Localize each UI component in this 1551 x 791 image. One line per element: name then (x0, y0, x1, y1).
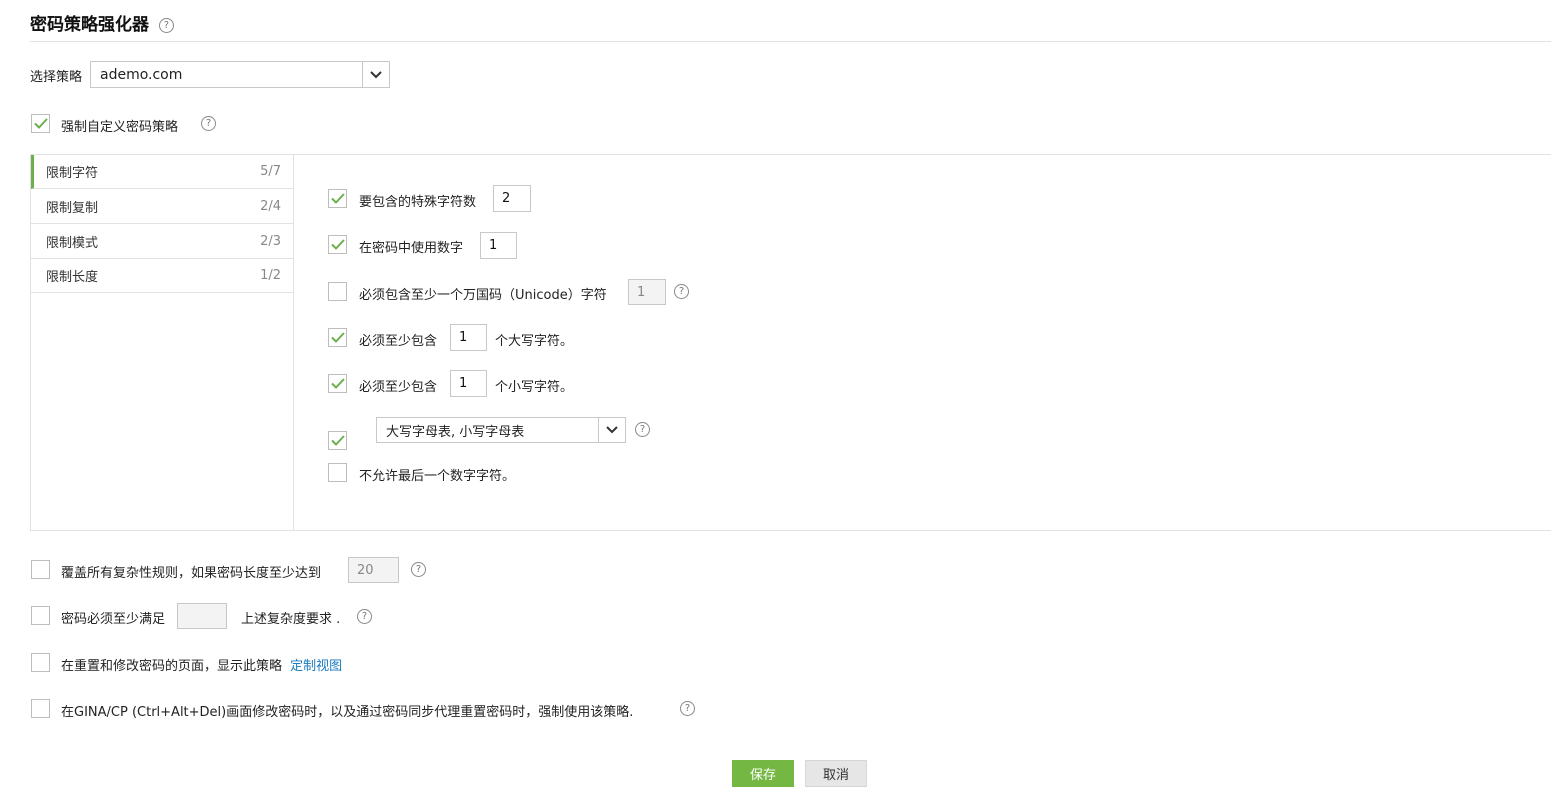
help-icon[interactable]: ? (411, 562, 426, 577)
checkmark-icon (330, 435, 345, 446)
page-title: 密码策略强化器 ? (30, 10, 174, 35)
alphabet-select[interactable]: 大写字母表, 小写字母表 (376, 417, 626, 443)
policy-select[interactable]: ademo.com (90, 61, 390, 88)
chevron-down-icon[interactable] (598, 418, 625, 442)
tab-count: 2/3 (260, 234, 281, 249)
use-digits-label: 在密码中使用数字 (359, 241, 464, 256)
alphabet-select-value: 大写字母表, 小写字母表 (386, 424, 525, 440)
show-on-pages-label: 在重置和修改密码的页面，显示此策略 (61, 659, 283, 674)
tab-restrict-length[interactable]: 限制长度 1/2 (31, 259, 293, 293)
show-on-pages-row: 在重置和修改密码的页面，显示此策略 定制视图 (61, 655, 342, 674)
tab-count: 1/2 (260, 268, 281, 283)
override-length-input[interactable]: 20 (348, 557, 399, 583)
special-chars-checkbox[interactable] (328, 189, 347, 208)
tab-restrict-pattern[interactable]: 限制模式 2/3 (31, 225, 293, 259)
custom-view-link[interactable]: 定制视图 (290, 659, 342, 674)
tab-count: 5/7 (260, 164, 281, 179)
no-last-digit-label: 不允许最后一个数字字符。 (359, 469, 516, 484)
tab-restrict-copy[interactable]: 限制复制 2/4 (31, 190, 293, 224)
policy-select-value: ademo.com (100, 66, 183, 83)
must-satisfy-label-before: 密码必须至少满足 (61, 612, 166, 627)
gina-label: 在GINA/CP (Ctrl+Alt+Del)画面修改密码时，以及通过密码同步代… (61, 705, 634, 720)
title-divider (30, 41, 1551, 42)
must-satisfy-label-after: 上述复杂度要求 . (241, 612, 341, 627)
tab-label: 限制字符 (46, 166, 99, 181)
tab-label: 限制模式 (46, 236, 99, 251)
must-satisfy-input[interactable] (177, 603, 227, 629)
checkmark-icon (33, 118, 48, 129)
checkmark-icon (330, 193, 345, 204)
uppercase-label-after: 个大写字符。 (495, 334, 574, 349)
policy-select-label: 选择策略 (30, 70, 83, 85)
help-icon[interactable]: ? (357, 609, 372, 624)
tab-count: 2/4 (260, 199, 281, 214)
help-icon[interactable]: ? (201, 116, 216, 131)
checkmark-icon (330, 378, 345, 389)
alphabet-checkbox[interactable] (328, 431, 347, 450)
gina-checkbox[interactable] (31, 699, 50, 718)
rule-tabs: 限制字符 5/7 限制复制 2/4 限制模式 2/3 限制长度 1/2 (31, 155, 294, 530)
override-checkbox[interactable] (31, 560, 50, 579)
cancel-button[interactable]: 取消 (805, 760, 867, 787)
checkmark-icon (330, 239, 345, 250)
help-icon[interactable]: ? (674, 284, 689, 299)
chevron-down-icon[interactable] (362, 62, 389, 87)
no-last-digit-checkbox[interactable] (328, 463, 347, 482)
lowercase-checkbox[interactable] (328, 374, 347, 393)
help-icon[interactable]: ? (158, 17, 174, 33)
special-chars-input[interactable]: 2 (493, 185, 531, 212)
show-on-pages-checkbox[interactable] (31, 653, 50, 672)
checkmark-icon (330, 332, 345, 343)
use-digits-checkbox[interactable] (328, 235, 347, 254)
save-button[interactable]: 保存 (732, 760, 794, 787)
must-satisfy-checkbox[interactable] (31, 606, 50, 625)
unicode-checkbox[interactable] (328, 282, 347, 301)
use-digits-input[interactable]: 1 (480, 232, 517, 259)
tab-label: 限制复制 (46, 201, 99, 216)
help-icon[interactable]: ? (635, 422, 650, 437)
lowercase-input[interactable]: 1 (450, 370, 487, 397)
enforce-custom-label: 强制自定义密码策略 (61, 120, 179, 135)
uppercase-checkbox[interactable] (328, 328, 347, 347)
help-icon[interactable]: ? (680, 701, 695, 716)
unicode-input[interactable]: 1 (628, 279, 666, 305)
tab-label: 限制长度 (46, 270, 99, 285)
tab-restrict-chars[interactable]: 限制字符 5/7 (31, 155, 293, 189)
lowercase-label-after: 个小写字符。 (495, 380, 574, 395)
enforce-custom-checkbox[interactable] (31, 114, 50, 133)
uppercase-input[interactable]: 1 (450, 324, 487, 351)
lowercase-label-before: 必须至少包含 (359, 380, 438, 395)
special-chars-label: 要包含的特殊字符数 (359, 195, 477, 210)
uppercase-label-before: 必须至少包含 (359, 334, 438, 349)
page-title-text: 密码策略强化器 (30, 15, 149, 35)
unicode-label: 必须包含至少一个万国码（Unicode）字符 (359, 288, 607, 303)
override-label: 覆盖所有复杂性规则，如果密码长度至少达到 (61, 566, 322, 581)
